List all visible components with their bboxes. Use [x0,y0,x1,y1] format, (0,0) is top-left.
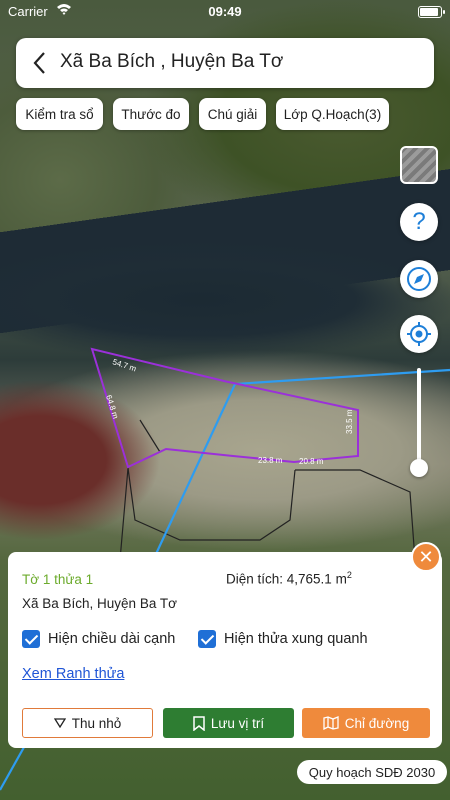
location-title: Xã Ba Bích , Huyện Ba Tơ [60,51,284,72]
map-icon [323,716,339,730]
locate-icon [407,322,431,346]
close-icon[interactable]: ✕ [411,542,441,572]
chip-legend[interactable]: Chú giải [199,98,266,130]
collapse-button[interactable]: Thu nhỏ [22,708,153,738]
checkbox-checked-icon[interactable] [22,630,40,648]
checkbox-neighbors[interactable]: Hiện thửa xung quanh [198,628,368,650]
parcel-location: Xã Ba Bích, Huyện Ba Tơ [22,596,177,611]
checkbox-neighbors-label: Hiện thửa xung quanh [224,631,368,647]
location-header[interactable]: Xã Ba Bích , Huyện Ba Tơ [16,38,434,88]
bookmark-icon [193,715,205,731]
battery-icon [418,6,445,18]
locate-button[interactable] [400,315,438,353]
directions-button[interactable]: Chỉ đường [302,708,430,738]
checkbox-edge-length[interactable]: Hiện chiều dài cạnh [22,628,175,650]
area-unit-superscript: 2 [346,570,352,580]
view-boundary-link[interactable]: Xem Ranh thửa [22,666,124,682]
status-bar: Carrier 09:49 [0,0,450,24]
neighbor-parcel-outlines [119,419,416,561]
planning-badge[interactable]: Quy hoạch SDĐ 2030 [297,760,447,784]
parcel-info-card: Tờ 1 thửa 1 Diện tích: 4,765.1 m2 Xã Ba … [8,552,442,748]
chip-ruler[interactable]: Thước đo [113,98,189,130]
chip-check-book[interactable]: Kiểm tra sổ [16,98,103,130]
directions-button-label: Chỉ đường [344,715,410,731]
opacity-slider-handle[interactable] [410,459,428,477]
save-location-button[interactable]: Lưu vị trí [163,708,294,738]
compass-button[interactable] [400,260,438,298]
collapse-button-label: Thu nhỏ [71,715,122,731]
chip-planning-layers[interactable]: Lớp Q.Hoạch(3) [276,98,389,130]
parcel-number: Tờ 1 thửa 1 [22,572,94,587]
checkbox-checked-icon[interactable] [198,630,216,648]
edge-label-2: 64.8 m [104,394,120,420]
edge-label-3: 23.8 m [258,456,283,465]
help-button[interactable]: ? [400,203,438,241]
edge-label-5: 33.5 m [345,409,354,434]
checkbox-edge-length-label: Hiện chiều dài cạnh [48,631,176,647]
save-location-button-label: Lưu vị trí [210,715,265,731]
edge-label-4: 20.8 m [299,457,324,466]
compass-icon [407,267,431,291]
back-chevron-icon[interactable] [30,50,50,76]
triangle-down-icon [53,718,66,728]
parcel-area: Diện tích: 4,765.1 m2 [226,570,352,587]
opacity-slider-track[interactable] [417,368,421,468]
layer-thumbnail-icon[interactable] [400,146,438,184]
help-icon: ? [412,208,426,235]
clock: 09:49 [208,4,242,19]
